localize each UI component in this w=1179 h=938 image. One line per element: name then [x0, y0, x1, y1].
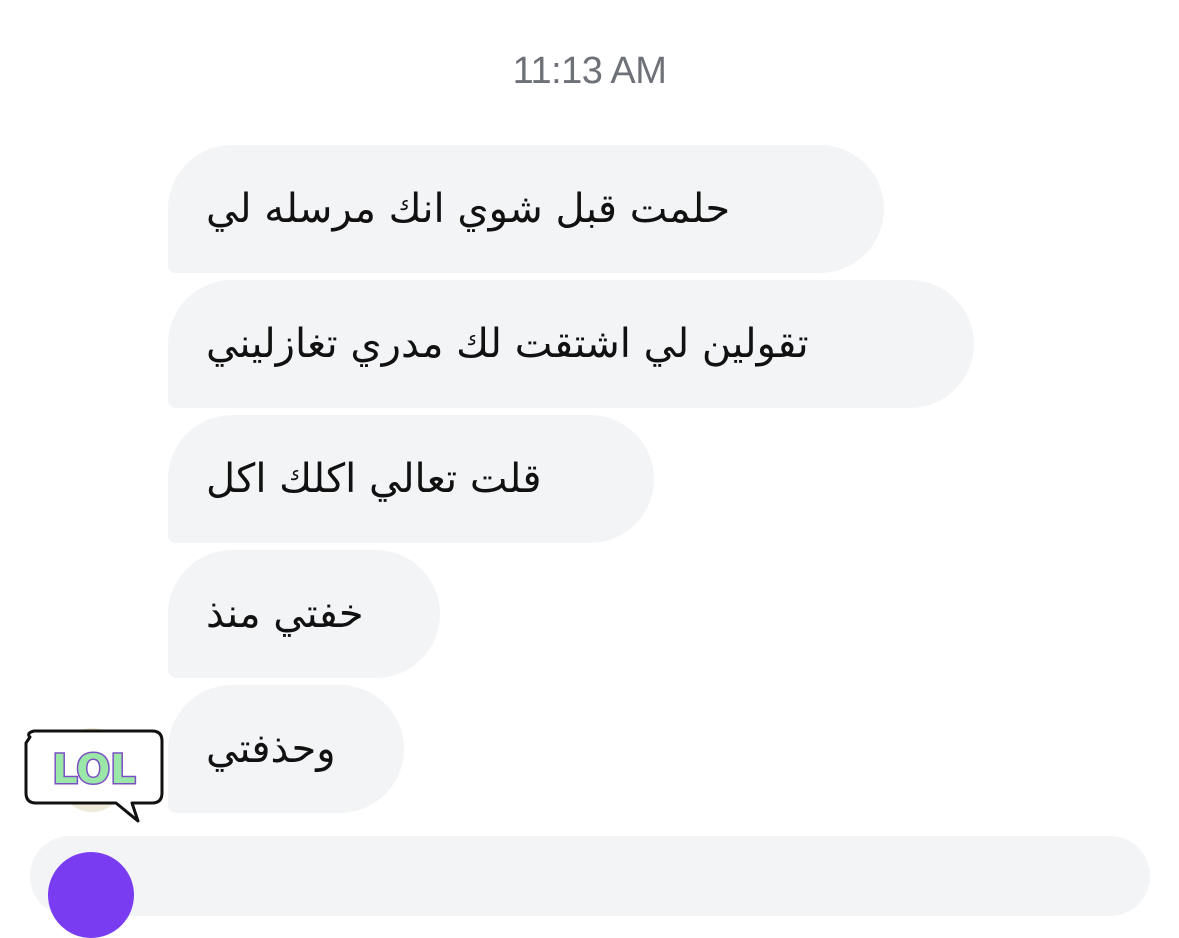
message-bubble[interactable]: وحذفتي	[168, 685, 404, 813]
message-text: حلمت قبل شوي انك مرسله لي	[206, 186, 731, 232]
message-text: خفتي منذ	[206, 591, 364, 637]
message-text: قلت تعالي اكلك اكل	[206, 456, 542, 502]
camera-button[interactable]	[48, 852, 134, 938]
message-bubble[interactable]: تقولين لي اشتقت لك مدري تغازليني	[168, 280, 974, 408]
message-text: وحذفتي	[206, 726, 336, 772]
chat-timestamp: 11:13 AM	[512, 50, 667, 92]
lol-sticker-icon[interactable]: LOL	[20, 727, 168, 825]
message-bubble[interactable]: حلمت قبل شوي انك مرسله لي	[168, 145, 884, 273]
message-text: تقولين لي اشتقت لك مدري تغازليني	[206, 321, 809, 367]
message-bubble[interactable]: قلت تعالي اكلك اكل	[168, 415, 654, 543]
message-bubble[interactable]: خفتي منذ	[168, 550, 440, 678]
sticker-text: LOL	[52, 747, 136, 793]
message-input-bar[interactable]	[30, 836, 1150, 916]
